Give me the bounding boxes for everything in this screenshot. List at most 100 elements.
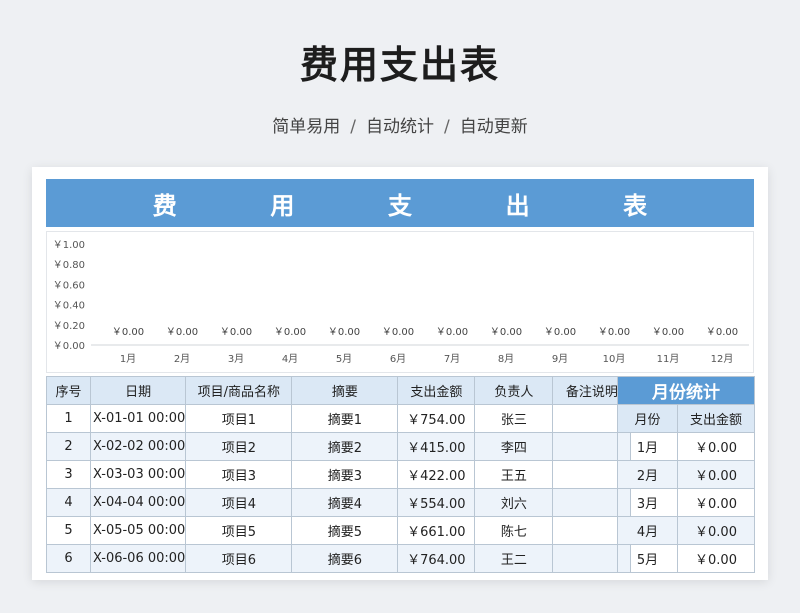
table-row: 6 X-06-06 00:00 项目6 摘要6 ￥764.00 王二 (46, 544, 632, 573)
page-title: 费用支出表 (299, 43, 500, 87)
col-header-amount[interactable]: 支出金额 (397, 376, 476, 405)
cell-owner[interactable]: 刘六 (474, 488, 554, 517)
bar-data-label: ￥0.00 (490, 327, 522, 338)
cell-owner[interactable]: 李四 (474, 432, 554, 461)
cell-month-amount[interactable]: ￥0.00 (677, 544, 755, 573)
y-tick-label: ￥0.80 (53, 260, 85, 271)
cell-summary[interactable]: 摘要3 (291, 460, 399, 489)
banner-char: 用 (270, 191, 295, 220)
cell-summary[interactable]: 摘要4 (291, 488, 399, 517)
x-tick-label: 2月 (174, 353, 190, 365)
x-tick-label: 3月 (228, 353, 244, 365)
banner-char: 支 (387, 191, 412, 220)
monthly-expense-chart[interactable]: ￥0.00 ￥0.20 ￥0.40 ￥0.60 ￥0.80 ￥1.00 ￥0.00 1月 ￥0.… (46, 231, 754, 373)
x-tick-label: 1月 (120, 353, 136, 365)
col-header-month-amount[interactable]: 支出金额 (677, 404, 755, 433)
cell-month[interactable]: 4月 (617, 516, 678, 545)
cell-item[interactable]: 项目4 (185, 488, 293, 517)
cell-amount[interactable]: ￥415.00 (397, 432, 476, 461)
cell-item[interactable]: 项目3 (185, 460, 293, 489)
subtitle-separator: / (444, 117, 450, 137)
cell-no[interactable]: 6 (46, 544, 91, 573)
cell-no[interactable]: 3 (46, 460, 91, 489)
cell-date[interactable]: X-05-05 00:00 (89, 516, 187, 545)
bar-data-label: ￥0.00 (166, 327, 198, 338)
cell-no[interactable]: 1 (46, 404, 91, 433)
bar-data-label: ￥0.00 (598, 327, 630, 338)
cell-date[interactable]: X-06-06 00:00 (89, 544, 187, 573)
col-header-owner[interactable]: 负责人 (474, 376, 554, 405)
x-tick-label: 9月 (552, 353, 568, 365)
subtitle-auto-update: 自动更新 (459, 117, 528, 137)
table-row: 4月 ￥0.00 (617, 516, 755, 545)
cell-owner[interactable]: 陈七 (474, 516, 554, 545)
bar-data-label: ￥0.00 (220, 327, 252, 338)
col-header-summary[interactable]: 摘要 (291, 376, 399, 405)
x-tick-label: 10月 (603, 353, 626, 365)
col-header-date[interactable]: 日期 (89, 376, 187, 405)
expense-header-row: 序号 日期 项目/商品名称 摘要 支出金额 负责人 备注说明 (46, 376, 632, 405)
cell-date[interactable]: X-02-02 00:00 (89, 432, 187, 461)
table-row: 1 X-01-01 00:00 项目1 摘要1 ￥754.00 张三 (46, 404, 632, 433)
x-tick-label: 11月 (657, 353, 680, 365)
x-tick-label: 6月 (390, 353, 406, 365)
cell-summary[interactable]: 摘要5 (291, 516, 399, 545)
cell-month-amount[interactable]: ￥0.00 (677, 516, 755, 545)
cell-month-amount[interactable]: ￥0.00 (677, 488, 755, 517)
subtitle-easy: 简单易用 (272, 117, 341, 137)
cell-amount[interactable]: ￥554.00 (397, 488, 476, 517)
y-tick-label: ￥0.00 (53, 341, 85, 352)
col-header-no[interactable]: 序号 (46, 376, 91, 405)
cell-month[interactable]: 3月 (617, 488, 678, 517)
table-row: 1月 ￥0.00 (617, 432, 755, 461)
table-row: 4 X-04-04 00:00 项目4 摘要4 ￥554.00 刘六 (46, 488, 632, 517)
cell-no[interactable]: 5 (46, 516, 91, 545)
table-row: 2月 ￥0.00 (617, 460, 755, 489)
y-tick-label: ￥0.40 (53, 301, 85, 312)
cell-amount[interactable]: ￥754.00 (397, 404, 476, 433)
bar-data-label: ￥0.00 (436, 327, 468, 338)
cell-owner[interactable]: 张三 (474, 404, 554, 433)
cell-item[interactable]: 项目5 (185, 516, 293, 545)
banner-char: 出 (505, 191, 530, 220)
chart-svg: ￥0.00 ￥0.20 ￥0.40 ￥0.60 ￥0.80 ￥1.00 ￥0.00 1月 ￥0.… (53, 240, 749, 365)
cell-owner[interactable]: 王二 (474, 544, 554, 573)
table-row: 3 X-03-03 00:00 项目3 摘要3 ￥422.00 王五 (46, 460, 632, 489)
cell-month[interactable]: 2月 (617, 460, 678, 489)
bar-data-label: ￥0.00 (112, 327, 144, 338)
table-row: 5月 ￥0.00 (617, 544, 755, 573)
cell-summary[interactable]: 摘要2 (291, 432, 399, 461)
x-tick-label: 12月 (711, 353, 734, 365)
cell-no[interactable]: 4 (46, 488, 91, 517)
col-header-month[interactable]: 月份 (617, 404, 678, 433)
cell-summary[interactable]: 摘要1 (291, 404, 399, 433)
x-tick-label: 7月 (444, 353, 460, 365)
cell-month[interactable]: 1月 (617, 432, 678, 461)
cell-amount[interactable]: ￥764.00 (397, 544, 476, 573)
cell-month-amount[interactable]: ￥0.00 (677, 432, 755, 461)
cell-date[interactable]: X-01-01 00:00 (89, 404, 187, 433)
cell-month[interactable]: 5月 (617, 544, 678, 573)
bar-data-label: ￥0.00 (652, 327, 684, 338)
cell-date[interactable]: X-03-03 00:00 (89, 460, 187, 489)
cell-date[interactable]: X-04-04 00:00 (89, 488, 187, 517)
cell-month-amount[interactable]: ￥0.00 (677, 460, 755, 489)
cell-item[interactable]: 项目1 (185, 404, 293, 433)
cell-owner[interactable]: 王五 (474, 460, 554, 489)
cell-amount[interactable]: ￥661.00 (397, 516, 476, 545)
cell-item[interactable]: 项目2 (185, 432, 293, 461)
cell-no[interactable]: 2 (46, 432, 91, 461)
spreadsheet: 费 用 支 出 表 ￥0.00 ￥0.20 ￥0.40 ￥0.60 ￥0.80 ￥1.00… (32, 167, 768, 580)
monthly-header-row: 月份 支出金额 (617, 404, 755, 433)
cell-amount[interactable]: ￥422.00 (397, 460, 476, 489)
col-header-item[interactable]: 项目/商品名称 (185, 376, 293, 405)
banner-char: 费 (152, 191, 177, 220)
bar-data-label: ￥0.00 (544, 327, 576, 338)
y-tick-label: ￥0.60 (53, 280, 85, 291)
cell-summary[interactable]: 摘要6 (291, 544, 399, 573)
banner-char: 表 (623, 191, 648, 220)
expense-table: 序号 日期 项目/商品名称 摘要 支出金额 负责人 备注说明 1 X-01-01… (46, 376, 632, 573)
bar-data-label: ￥0.00 (328, 327, 360, 338)
cell-item[interactable]: 项目6 (185, 544, 293, 573)
table-row: 5 X-05-05 00:00 项目5 摘要5 ￥661.00 陈七 (46, 516, 632, 545)
